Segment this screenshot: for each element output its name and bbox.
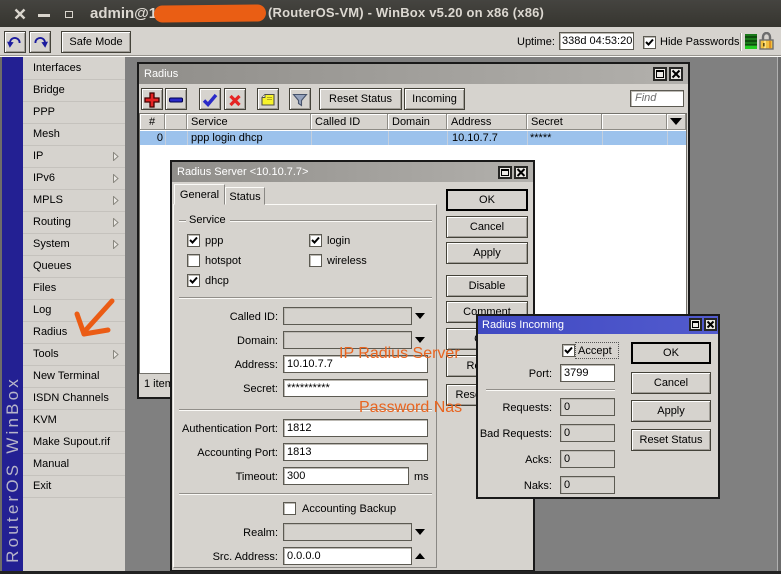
svg-text:IP Radius Server: IP Radius Server: [339, 345, 460, 362]
svg-text:Password Nas: Password Nas: [359, 399, 462, 416]
